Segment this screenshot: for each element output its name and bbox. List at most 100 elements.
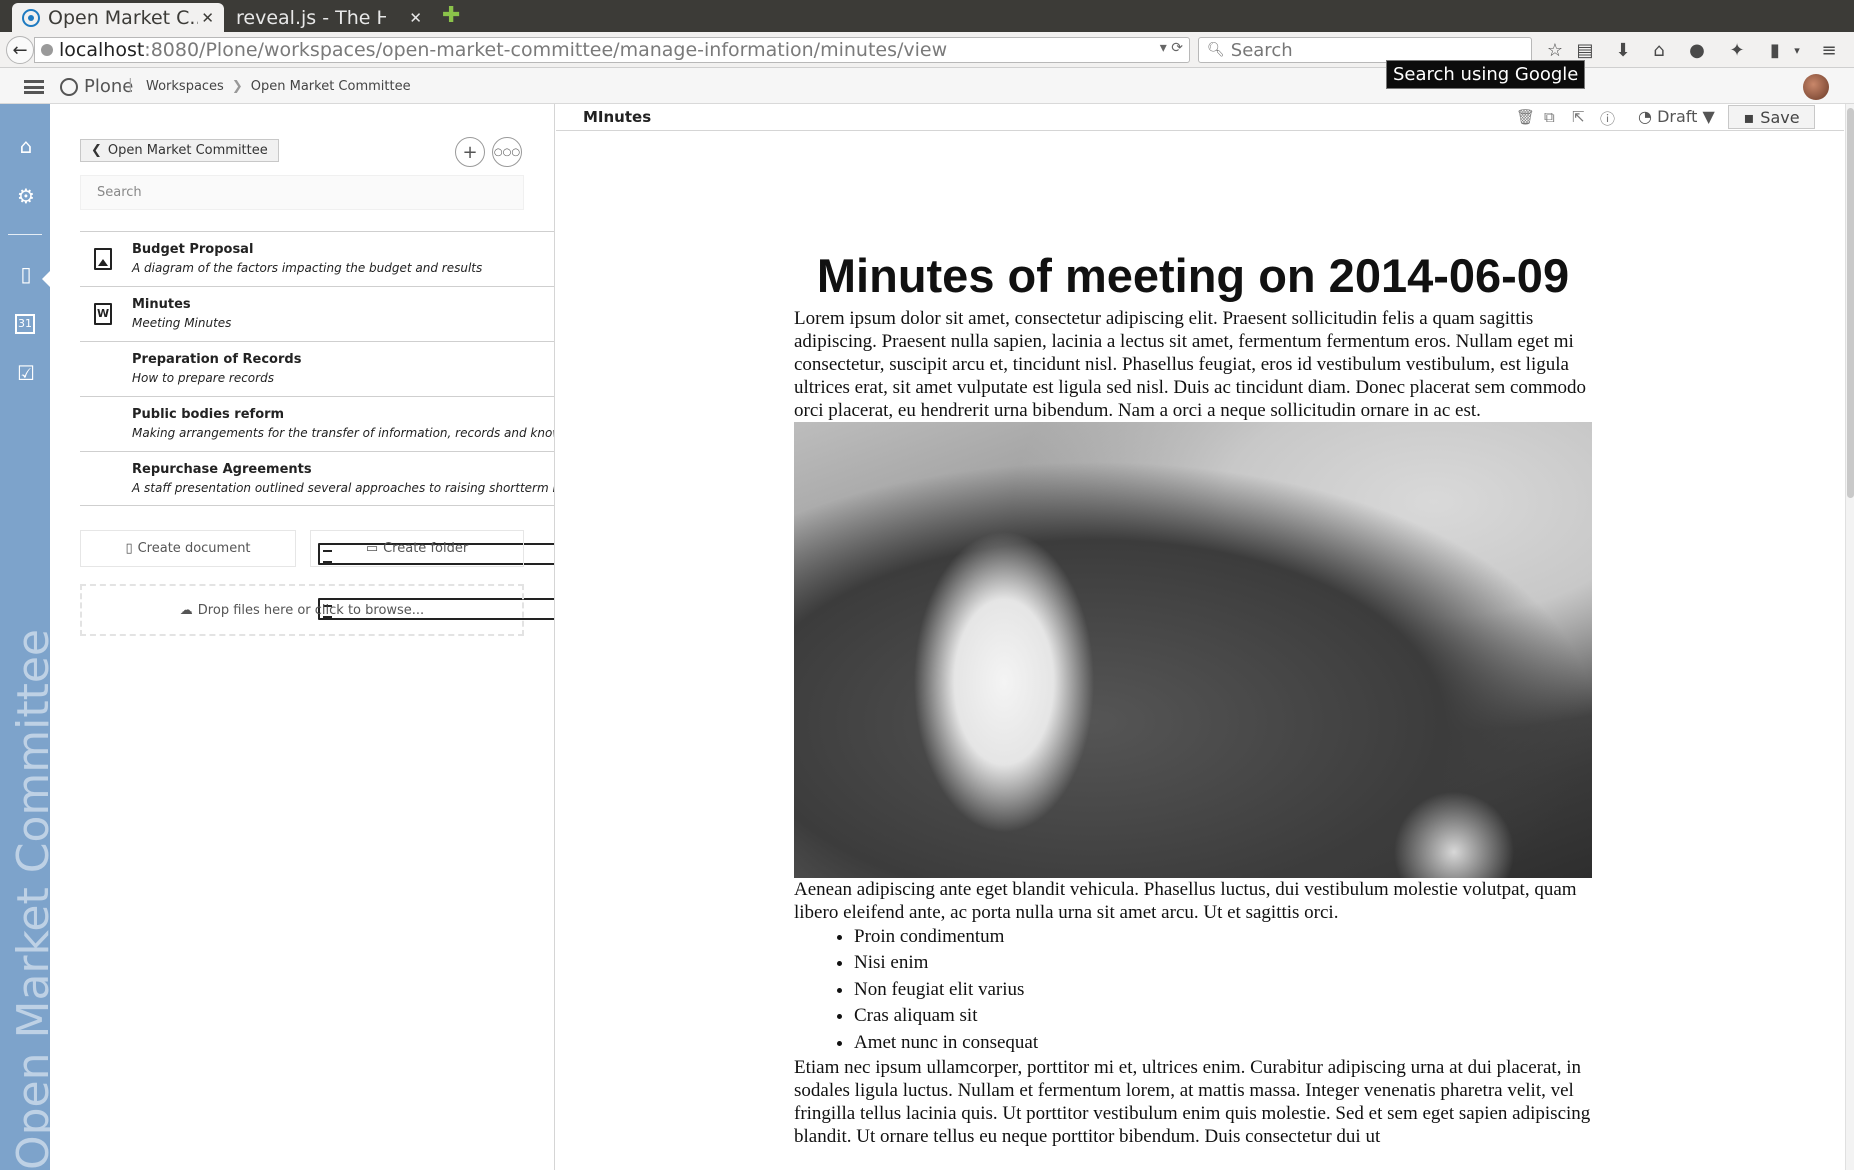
paragraph: Etiam nec ipsum ullamcorper, porttitor m… bbox=[794, 1057, 1591, 1148]
scrollbar-thumb[interactable] bbox=[1847, 108, 1854, 498]
home-icon[interactable]: ⌂ bbox=[1648, 40, 1670, 61]
gear-icon[interactable]: ⚙ bbox=[15, 184, 37, 208]
paragraph: Lorem ipsum dolor sit amet, consectetur … bbox=[794, 307, 1586, 421]
clipboard-icon[interactable]: ▮ bbox=[1764, 40, 1786, 61]
document-panel: MInutes 🗑︎ ⧉ ⇱ ⓘ ◔ Draft ▼ ▪ Save Minute… bbox=[556, 104, 1844, 1170]
create-folder-label: Create folder bbox=[383, 541, 469, 556]
item-title: Budget Proposal bbox=[132, 242, 254, 257]
bullet-item: Nisi enim bbox=[854, 950, 1604, 977]
item-description: Meeting Minutes bbox=[132, 316, 232, 330]
plone-logo-icon bbox=[60, 77, 78, 96]
site-info-icon[interactable] bbox=[41, 44, 53, 56]
back-arrow-icon[interactable]: ← bbox=[6, 36, 34, 64]
item-title: Preparation of Records bbox=[132, 352, 302, 367]
tab-revealjs[interactable]: reveal.js - The HTM... ✕ bbox=[226, 3, 432, 32]
url-dropdown-reload-icon[interactable]: ▾ ⟳ bbox=[1160, 40, 1183, 56]
item-title: Minutes bbox=[132, 297, 191, 312]
copy-icon[interactable]: ⧉ bbox=[1544, 108, 1555, 126]
bullet-item: Non feugiat elit varius bbox=[854, 977, 1604, 1004]
menu-icon[interactable]: ≡ bbox=[1818, 40, 1840, 61]
list-item[interactable]: Public bodies reform Making arrangements… bbox=[80, 396, 554, 565]
clipboard-dropdown-icon[interactable]: ▾ bbox=[1786, 44, 1808, 57]
page-scrollbar[interactable] bbox=[1845, 104, 1854, 1170]
chevron-left-icon: ❮ bbox=[91, 143, 102, 158]
extension-icon[interactable]: ✦ bbox=[1726, 40, 1748, 61]
breadcrumb: Workspaces ❯ Open Market Committee bbox=[146, 79, 411, 94]
document-heading: Minutes of meeting on 2014-06-09 bbox=[816, 249, 1570, 302]
plone-favicon-icon bbox=[22, 8, 40, 27]
new-tab-icon[interactable]: ✚ bbox=[442, 3, 460, 28]
document-header: MInutes 🗑︎ ⧉ ⇱ ⓘ ◔ Draft ▼ ▪ Save bbox=[556, 104, 1844, 131]
close-tab-icon[interactable]: ✕ bbox=[201, 9, 214, 27]
file-browser-panel: ❮ Open Market Committee + ○○○ Search Bud… bbox=[50, 104, 555, 1170]
document-icon[interactable]: ▯ bbox=[15, 262, 37, 286]
plone-logo-text: Plone bbox=[84, 76, 134, 97]
save-button[interactable]: ▪ Save bbox=[1728, 105, 1815, 129]
chevron-right-icon: ❯ bbox=[231, 79, 243, 94]
tab-title: reveal.js - The HTM... bbox=[236, 6, 386, 29]
breadcrumb-open-market-committee[interactable]: Open Market Committee bbox=[251, 79, 411, 94]
info-icon[interactable]: ⓘ bbox=[1600, 108, 1615, 129]
tab-title: Open Market C... bbox=[48, 6, 198, 29]
url-path: :8080/Plone/workspaces/open-market-commi… bbox=[144, 39, 948, 61]
file-list: Budget Proposal A diagram of the factors… bbox=[80, 231, 554, 620]
ellipsis-icon: ○○○ bbox=[493, 146, 521, 158]
save-label: Save bbox=[1760, 107, 1800, 127]
plone-logo[interactable]: Plone bbox=[60, 76, 133, 97]
sidebar-search-input[interactable]: Search bbox=[80, 175, 524, 210]
floppy-disk-icon: ▪ bbox=[1743, 107, 1755, 127]
bullet-item: Cras aliquam sit bbox=[854, 1003, 1604, 1030]
list-item[interactable]: Repurchase Agreements A staff presentati… bbox=[80, 451, 554, 620]
chat-icon[interactable]: ● bbox=[1686, 40, 1708, 61]
back-button-label: Open Market Committee bbox=[107, 143, 268, 158]
create-document-label: Create document bbox=[137, 541, 251, 556]
item-title: Repurchase Agreements bbox=[132, 462, 312, 477]
document-icon: ▯ bbox=[125, 541, 133, 556]
workspace-sidebar: ⌂ ⚙ ▯ 31 ☑ Open Market Committee bbox=[0, 104, 50, 1170]
paragraph: Aenean adipiscing ante eget blandit vehi… bbox=[794, 878, 1577, 923]
workflow-state-dropdown[interactable]: ◔ Draft ▼ bbox=[1638, 107, 1715, 126]
create-folder-button[interactable]: ▭ Create folder bbox=[310, 530, 524, 567]
breadcrumb-workspaces[interactable]: Workspaces bbox=[146, 79, 224, 94]
search-tooltip: Search using Google bbox=[1386, 60, 1586, 89]
cloud-upload-icon: ☁ bbox=[179, 602, 193, 618]
item-title: Public bodies reform bbox=[132, 407, 285, 422]
add-item-button[interactable]: + bbox=[455, 137, 485, 167]
bookmark-star-icon[interactable]: ☆ bbox=[1544, 40, 1566, 61]
more-options-button[interactable]: ○○○ bbox=[492, 137, 522, 167]
url-bar[interactable]: localhost:8080/Plone/workspaces/open-mar… bbox=[34, 37, 1190, 63]
item-description: A diagram of the factors impacting the b… bbox=[132, 261, 483, 275]
avatar[interactable] bbox=[1803, 74, 1829, 100]
caret-down-icon: ▼ bbox=[1702, 107, 1715, 126]
share-icon[interactable]: ⇱ bbox=[1572, 108, 1585, 126]
word-file-icon bbox=[94, 303, 112, 325]
calendar-icon[interactable]: 31 bbox=[15, 314, 35, 334]
workflow-state-label: Draft bbox=[1657, 107, 1698, 126]
home-icon[interactable]: ⌂ bbox=[15, 134, 37, 158]
sidebar-search-placeholder: Search bbox=[97, 185, 142, 200]
create-document-button[interactable]: ▯ Create document bbox=[80, 530, 296, 567]
item-description: A staff presentation outlined several ap… bbox=[132, 481, 554, 495]
list-item[interactable]: Minutes Meeting Minutes bbox=[80, 286, 554, 341]
bullet-item: Proin condimentum bbox=[854, 924, 1604, 951]
list-item[interactable]: Budget Proposal A diagram of the factors… bbox=[80, 231, 554, 286]
checkbox-icon[interactable]: ☑ bbox=[15, 361, 37, 385]
file-dropzone[interactable]: ☁ Drop files here or click to browse... bbox=[80, 584, 524, 636]
download-icon[interactable]: ⬇ bbox=[1612, 40, 1634, 61]
bullet-list: Proin condimentum Nisi enim Non feugiat … bbox=[854, 924, 1604, 1057]
workspace-title: Open Market Committee bbox=[8, 629, 50, 1170]
back-to-workspace-button[interactable]: ❮ Open Market Committee bbox=[80, 139, 279, 162]
toolbar-divider: | bbox=[128, 77, 133, 93]
dropzone-label: Drop files here or click to browse... bbox=[197, 602, 425, 618]
bookmarks-list-icon[interactable]: ▤ bbox=[1574, 40, 1596, 61]
close-tab-icon[interactable]: ✕ bbox=[409, 9, 422, 27]
document-image bbox=[794, 421, 1592, 878]
hamburger-menu-icon[interactable] bbox=[24, 80, 44, 94]
document-body[interactable]: Minutes of meeting on 2014-06-09 Lorem i… bbox=[794, 250, 1604, 1148]
list-item[interactable]: Preparation of Records How to prepare re… bbox=[80, 341, 554, 396]
tab-open-market[interactable]: Open Market C... ✕ bbox=[12, 3, 224, 32]
trash-icon[interactable]: 🗑︎ bbox=[1516, 108, 1535, 126]
plus-icon: + bbox=[462, 141, 478, 163]
browser-tab-bar: Open Market C... ✕ reveal.js - The HTM..… bbox=[0, 0, 1854, 32]
item-description: How to prepare records bbox=[132, 371, 274, 385]
